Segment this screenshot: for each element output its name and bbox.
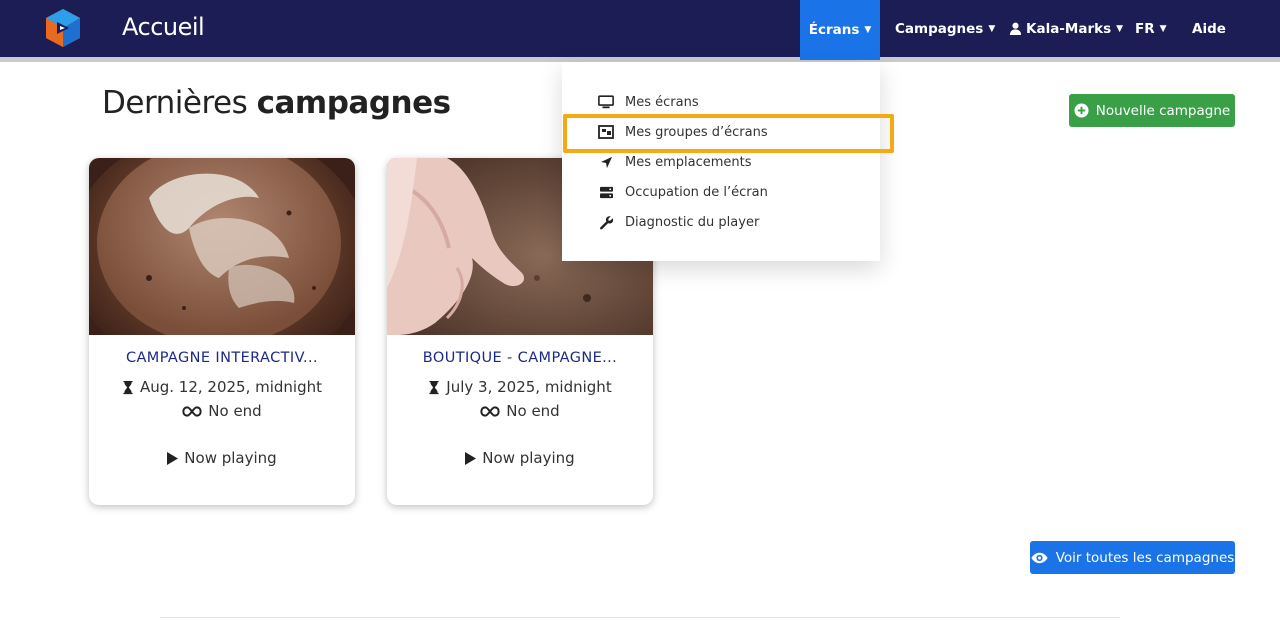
caret-down-icon: ▼ xyxy=(864,25,872,35)
campaign-card[interactable]: CAMPAGNE INTERACTIV... Aug. 12, 2025, mi… xyxy=(89,158,355,505)
see-all-campaigns-button[interactable]: Voir toutes les campagnes xyxy=(1030,541,1235,574)
campaign-status: Now playing xyxy=(387,449,653,467)
campaign-title[interactable]: CAMPAGNE INTERACTIV... xyxy=(89,350,355,366)
nav-help-link[interactable]: Aide xyxy=(1192,0,1226,57)
nav-language-menu[interactable]: FR ▼ xyxy=(1135,0,1167,57)
server-icon xyxy=(598,184,614,200)
campaign-thumbnail xyxy=(89,158,355,335)
campaign-end-text: No end xyxy=(506,402,560,420)
campaign-start-date: July 3, 2025, midnight xyxy=(387,378,653,396)
footer-divider xyxy=(160,617,1120,618)
nav-help-label: Aide xyxy=(1192,20,1226,37)
campaign-start-text: Aug. 12, 2025, midnight xyxy=(139,378,323,396)
plus-circle-icon xyxy=(1074,103,1089,118)
see-all-campaigns-label: Voir toutes les campagnes xyxy=(1055,549,1235,566)
page-title-light: Dernières xyxy=(102,85,248,121)
campaign-title[interactable]: BOUTIQUE - CAMPAGNE... xyxy=(387,350,653,366)
dropdown-item-screen-groups[interactable]: Mes groupes d’écrans xyxy=(562,117,880,147)
dropdown-item-label: Diagnostic du player xyxy=(625,214,760,230)
campaign-status: Now playing xyxy=(89,449,355,467)
hourglass-icon xyxy=(429,380,439,394)
dropdown-item-label: Mes groupes d’écrans xyxy=(625,124,768,140)
dropdown-item-screen-occupancy[interactable]: Occupation de l’écran xyxy=(562,177,880,207)
nav-campaigns-label: Campagnes xyxy=(895,20,984,37)
infinity-icon xyxy=(182,405,202,417)
caret-down-icon: ▼ xyxy=(1159,23,1167,34)
infinity-icon xyxy=(480,405,500,417)
wrench-icon xyxy=(598,214,614,230)
new-campaign-button[interactable]: Nouvelle campagne xyxy=(1069,94,1235,127)
nav-screens-label: Écrans xyxy=(808,22,860,38)
campaign-status-text: Now playing xyxy=(482,449,575,467)
eye-icon xyxy=(1031,552,1048,563)
location-arrow-icon xyxy=(598,154,614,170)
nav-screens-menu[interactable]: Écrans ▼ xyxy=(800,0,880,60)
play-icon xyxy=(167,451,179,465)
dropdown-item-label: Mes écrans xyxy=(625,94,699,110)
nav-user-menu[interactable]: Kala-Marks ▼ xyxy=(1009,0,1123,57)
page-brand-title[interactable]: Accueil xyxy=(122,13,205,41)
monitor-icon xyxy=(598,94,614,110)
app-logo-icon[interactable] xyxy=(43,8,83,48)
campaign-end-date: No end xyxy=(387,402,653,420)
page-title: Dernières campagnes xyxy=(102,85,451,121)
dropdown-item-label: Occupation de l’écran xyxy=(625,184,768,200)
caret-down-icon: ▼ xyxy=(988,23,996,34)
nav-campaigns-menu[interactable]: Campagnes ▼ xyxy=(895,0,995,57)
screens-dropdown-menu: Mes écrans Mes groupes d’écrans Mes empl… xyxy=(562,62,880,261)
hourglass-icon xyxy=(123,380,133,394)
user-icon xyxy=(1009,22,1022,35)
campaign-start-text: July 3, 2025, midnight xyxy=(446,378,612,396)
nav-language-label: FR xyxy=(1135,20,1155,37)
campaign-end-text: No end xyxy=(208,402,262,420)
campaign-start-date: Aug. 12, 2025, midnight xyxy=(89,378,355,396)
caret-down-icon: ▼ xyxy=(1116,23,1124,34)
dropdown-item-player-diagnostic[interactable]: Diagnostic du player xyxy=(562,207,880,237)
campaign-end-date: No end xyxy=(89,402,355,420)
screen-group-icon xyxy=(598,124,614,140)
play-icon xyxy=(465,451,477,465)
dropdown-item-label: Mes emplacements xyxy=(625,154,752,170)
page-title-bold: campagnes xyxy=(256,85,451,121)
new-campaign-label: Nouvelle campagne xyxy=(1095,102,1231,119)
dropdown-item-my-screens[interactable]: Mes écrans xyxy=(562,87,880,117)
campaign-status-text: Now playing xyxy=(184,449,277,467)
dropdown-item-locations[interactable]: Mes emplacements xyxy=(562,147,880,177)
nav-user-label: Kala-Marks xyxy=(1026,20,1112,37)
